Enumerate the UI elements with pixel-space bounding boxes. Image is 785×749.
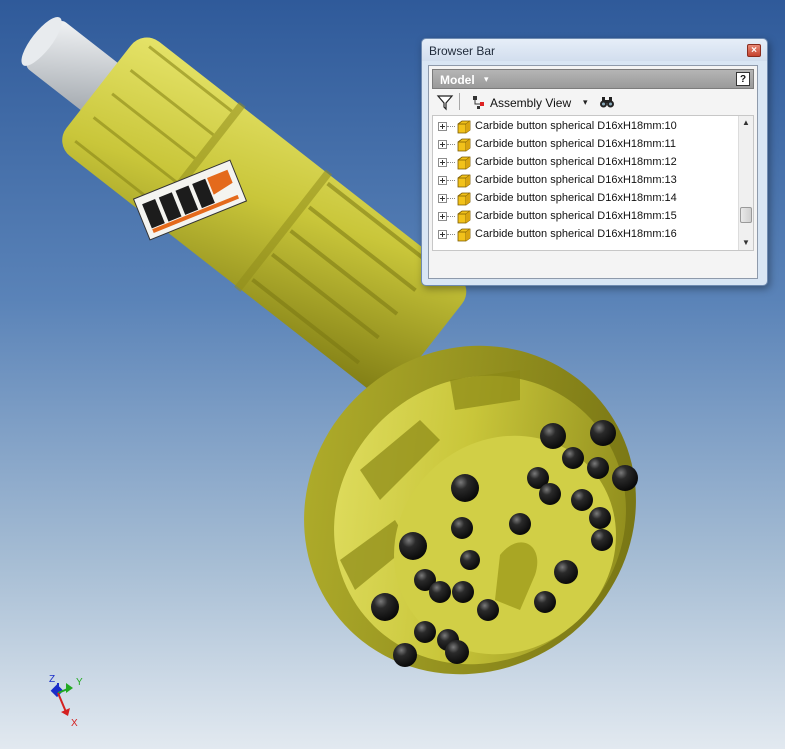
- tree-item-label: Carbide button spherical D16xH18mm:10: [475, 120, 677, 132]
- expand-icon[interactable]: [438, 176, 447, 185]
- browser-bar-title: Browser Bar: [429, 44, 496, 58]
- tree-item[interactable]: Carbide button spherical D16xH18mm:10: [433, 118, 738, 136]
- tree-connector: [447, 216, 455, 217]
- bit-head: [304, 345, 636, 675]
- tree-connector: [447, 162, 455, 163]
- assembly-view-icon: [473, 96, 484, 109]
- tree-item-label: Carbide button spherical D16xH18mm:14: [475, 192, 677, 204]
- triad-z-label: Z: [49, 674, 55, 685]
- triad-x-label: X: [71, 718, 78, 729]
- tree-item-label: Carbide button spherical D16xH18mm:16: [475, 228, 677, 240]
- part-icon: [457, 210, 471, 224]
- view-triad: Z Y X: [49, 674, 83, 729]
- expand-icon[interactable]: [438, 140, 447, 149]
- tree-connector: [447, 180, 455, 181]
- expand-icon[interactable]: [438, 194, 447, 203]
- expand-icon[interactable]: [438, 158, 447, 167]
- tree-item-label: Carbide button spherical D16xH18mm:15: [475, 210, 677, 222]
- tree-item-label: Carbide button spherical D16xH18mm:12: [475, 156, 677, 168]
- browser-toolbar: Assembly View ▾: [432, 91, 754, 113]
- browser-bar-titlebar[interactable]: Browser Bar ×: [422, 39, 767, 61]
- tree-item[interactable]: Carbide button spherical D16xH18mm:11: [433, 136, 738, 154]
- model-tree[interactable]: ▲ ▼ Carbide button spherical D16xH18mm:1…: [432, 115, 754, 251]
- part-icon: [457, 192, 471, 206]
- tree-connector: [447, 126, 455, 127]
- scroll-up-icon[interactable]: ▲: [742, 118, 750, 127]
- tree-scrollbar[interactable]: ▲ ▼: [738, 116, 753, 250]
- expand-icon[interactable]: [438, 122, 447, 131]
- tree-item[interactable]: Carbide button spherical D16xH18mm:12: [433, 154, 738, 172]
- drill-body: [62, 37, 467, 395]
- scroll-down-icon[interactable]: ▼: [742, 238, 750, 247]
- assembly-view-label[interactable]: Assembly View: [490, 96, 571, 110]
- expand-icon[interactable]: [438, 230, 447, 239]
- triad-y-label: Y: [76, 677, 83, 688]
- close-button[interactable]: ×: [747, 44, 761, 57]
- part-icon: [457, 120, 471, 134]
- part-icon: [457, 174, 471, 188]
- part-icon: [457, 228, 471, 242]
- part-icon: [457, 156, 471, 170]
- tree-connector: [447, 198, 455, 199]
- tree-connector: [447, 144, 455, 145]
- chevron-down-icon: ▾: [484, 74, 489, 84]
- binoculars-icon[interactable]: [599, 94, 615, 110]
- model-dropdown[interactable]: Model ▾ ?: [432, 69, 754, 89]
- tree-item[interactable]: Carbide button spherical D16xH18mm:13: [433, 172, 738, 190]
- filter-icon[interactable]: [436, 93, 454, 111]
- toolbar-separator: [459, 93, 460, 110]
- chevron-down-icon[interactable]: ▾: [583, 97, 588, 108]
- browser-bar-window[interactable]: Browser Bar × Model ▾ ? Assembly View ▾: [421, 38, 768, 286]
- scroll-thumb[interactable]: [740, 206, 752, 223]
- model-label: Model: [440, 73, 475, 87]
- tree-item[interactable]: Carbide button spherical D16xH18mm:16: [433, 226, 738, 244]
- tree-connector: [447, 234, 455, 235]
- help-icon[interactable]: ?: [736, 72, 750, 86]
- browser-panel: Model ▾ ? Assembly View ▾ ▲ ▼ Carbide bu…: [428, 65, 758, 279]
- tree-item[interactable]: Carbide button spherical D16xH18mm:15: [433, 208, 738, 226]
- tree-item[interactable]: Carbide button spherical D16xH18mm:14: [433, 190, 738, 208]
- tree-item-label: Carbide button spherical D16xH18mm:11: [475, 138, 676, 150]
- expand-icon[interactable]: [438, 212, 447, 221]
- tree-item-label: Carbide button spherical D16xH18mm:13: [475, 174, 677, 186]
- part-icon: [457, 138, 471, 152]
